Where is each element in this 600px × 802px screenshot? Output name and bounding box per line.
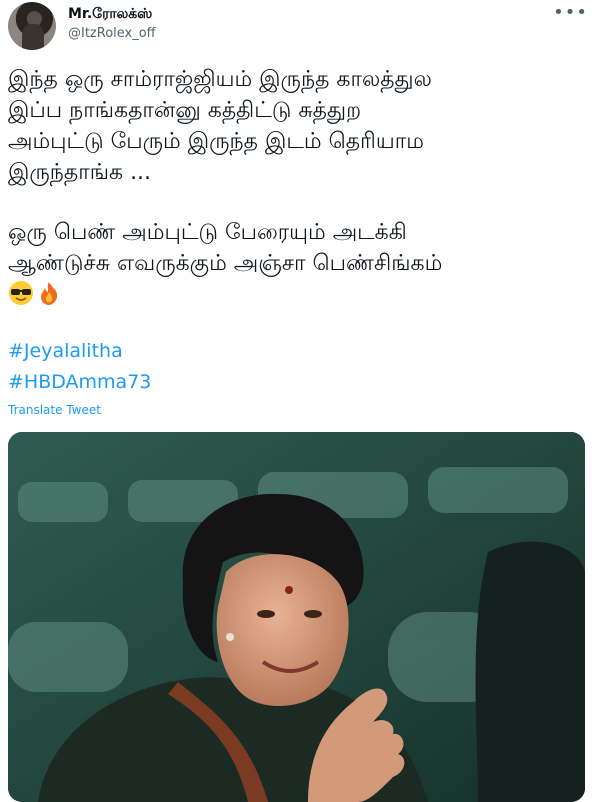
more-options-icon[interactable]: ••• [553,2,588,23]
photo-of-woman-waving-icon [8,432,585,802]
avatar[interactable] [8,2,56,50]
tweet-paragraph-2: ஒரு பெண் அம்புட்டு பேரையும் அடக்கி ஆண்டு… [8,220,443,276]
tweet-media-photo[interactable] [8,432,585,802]
emoji-row [8,279,588,310]
translate-tweet-link[interactable]: Translate Tweet [8,403,101,417]
tweet-header: Mr.ரோலக்ஸ் @ItzRolex_off ••• [0,0,600,56]
tweet-paragraph-2-wrap: ஒரு பெண் அம்புட்டு பேரையும் அடக்கி ஆண்டு… [8,217,588,279]
tweet-text: இந்த ஒரு சாம்ராஜ்ஜியம் இருந்த காலத்துல இ… [8,64,588,310]
hashtag-jeyalalitha[interactable]: #Jeyalalitha [8,336,151,367]
fire-emoji-icon [41,282,58,305]
hashtag-hbdamma73[interactable]: #HBDAmma73 [8,367,151,398]
sunglasses-emoji-icon [9,281,33,305]
tweet-paragraph-1: இந்த ஒரு சாம்ராஜ்ஜியம் இருந்த காலத்துல இ… [8,67,432,185]
user-handle[interactable]: @ItzRolex_off [68,26,156,41]
hashtag-list: #Jeyalalitha #HBDAmma73 [8,336,151,398]
display-name[interactable]: Mr.ரோலக்ஸ் [68,6,152,24]
